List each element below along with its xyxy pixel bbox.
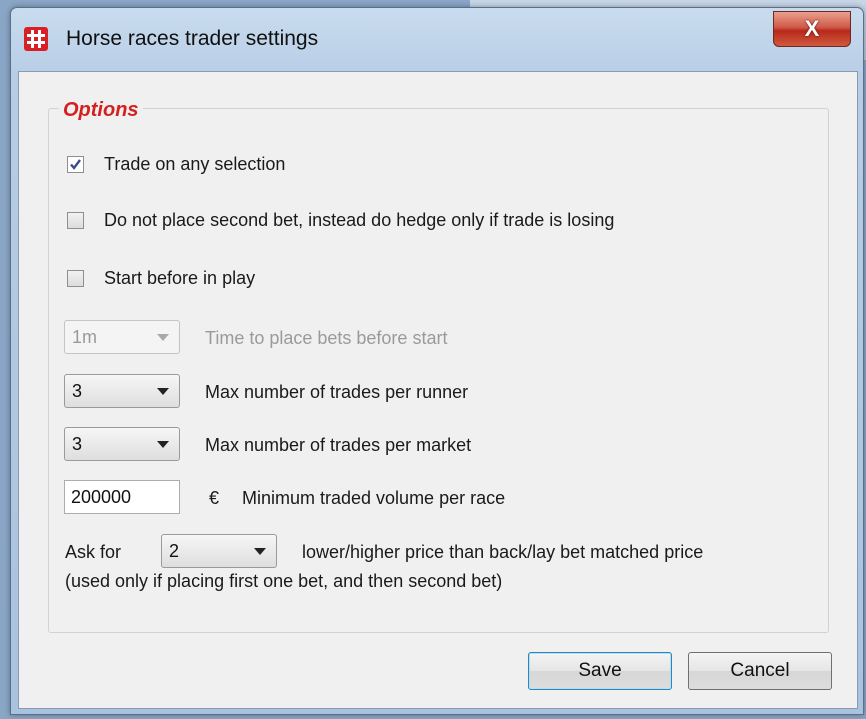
checkmark-icon	[70, 159, 81, 170]
min-volume-input[interactable]: 200000	[64, 480, 180, 514]
currency-label: €	[209, 488, 220, 508]
start-before-in-play-checkbox[interactable]	[67, 270, 84, 287]
save-button[interactable]: Save	[528, 652, 672, 690]
chevron-down-icon	[157, 334, 169, 341]
max-trades-market-value: 3	[72, 433, 83, 454]
ask-for-value: 2	[169, 540, 180, 561]
ask-for-prefix-label: Ask for	[65, 542, 122, 562]
cancel-button[interactable]: Cancel	[688, 652, 832, 690]
min-volume-value: 200000	[71, 486, 132, 507]
settings-dialog: Horse races trader settings X Options Tr…	[10, 7, 864, 715]
chevron-down-icon	[157, 388, 169, 395]
time-before-start-label: Time to place bets before start	[205, 328, 448, 348]
chevron-down-icon	[157, 441, 169, 448]
time-before-start-combo: 1m	[64, 320, 180, 354]
chevron-down-icon	[254, 548, 266, 555]
start-before-in-play-label: Start before in play	[104, 268, 256, 288]
hedge-only-label: Do not place second bet, instead do hedg…	[104, 210, 615, 230]
window-title: Horse races trader settings	[66, 27, 319, 50]
dialog-client-area: Options Trade on any selection Do not pl…	[18, 71, 858, 709]
max-trades-runner-label: Max number of trades per runner	[205, 382, 469, 402]
app-icon	[24, 27, 48, 51]
hedge-only-checkbox[interactable]	[67, 212, 84, 229]
ask-for-combo[interactable]: 2	[161, 534, 277, 568]
options-group-title: Options	[59, 99, 143, 122]
max-trades-runner-combo[interactable]: 3	[64, 374, 180, 408]
time-before-start-value: 1m	[72, 326, 98, 347]
hedge-only-row[interactable]: Do not place second bet, instead do hedg…	[67, 210, 614, 231]
ask-for-note: (used only if placing first one bet, and…	[65, 571, 503, 591]
trade-any-selection-label: Trade on any selection	[104, 154, 286, 174]
min-volume-label: Minimum traded volume per race	[242, 488, 506, 508]
title-bar[interactable]: Horse races trader settings X	[11, 8, 863, 71]
max-trades-runner-value: 3	[72, 380, 83, 401]
close-icon: X	[804, 16, 820, 41]
trade-any-selection-row[interactable]: Trade on any selection	[67, 154, 285, 175]
ask-for-suffix-label: lower/higher price than back/lay bet mat…	[302, 542, 704, 562]
trade-any-selection-checkbox[interactable]	[67, 156, 84, 173]
max-trades-market-combo[interactable]: 3	[64, 427, 180, 461]
close-button[interactable]: X	[773, 11, 851, 47]
max-trades-market-label: Max number of trades per market	[205, 435, 472, 455]
start-before-in-play-row[interactable]: Start before in play	[67, 268, 255, 289]
